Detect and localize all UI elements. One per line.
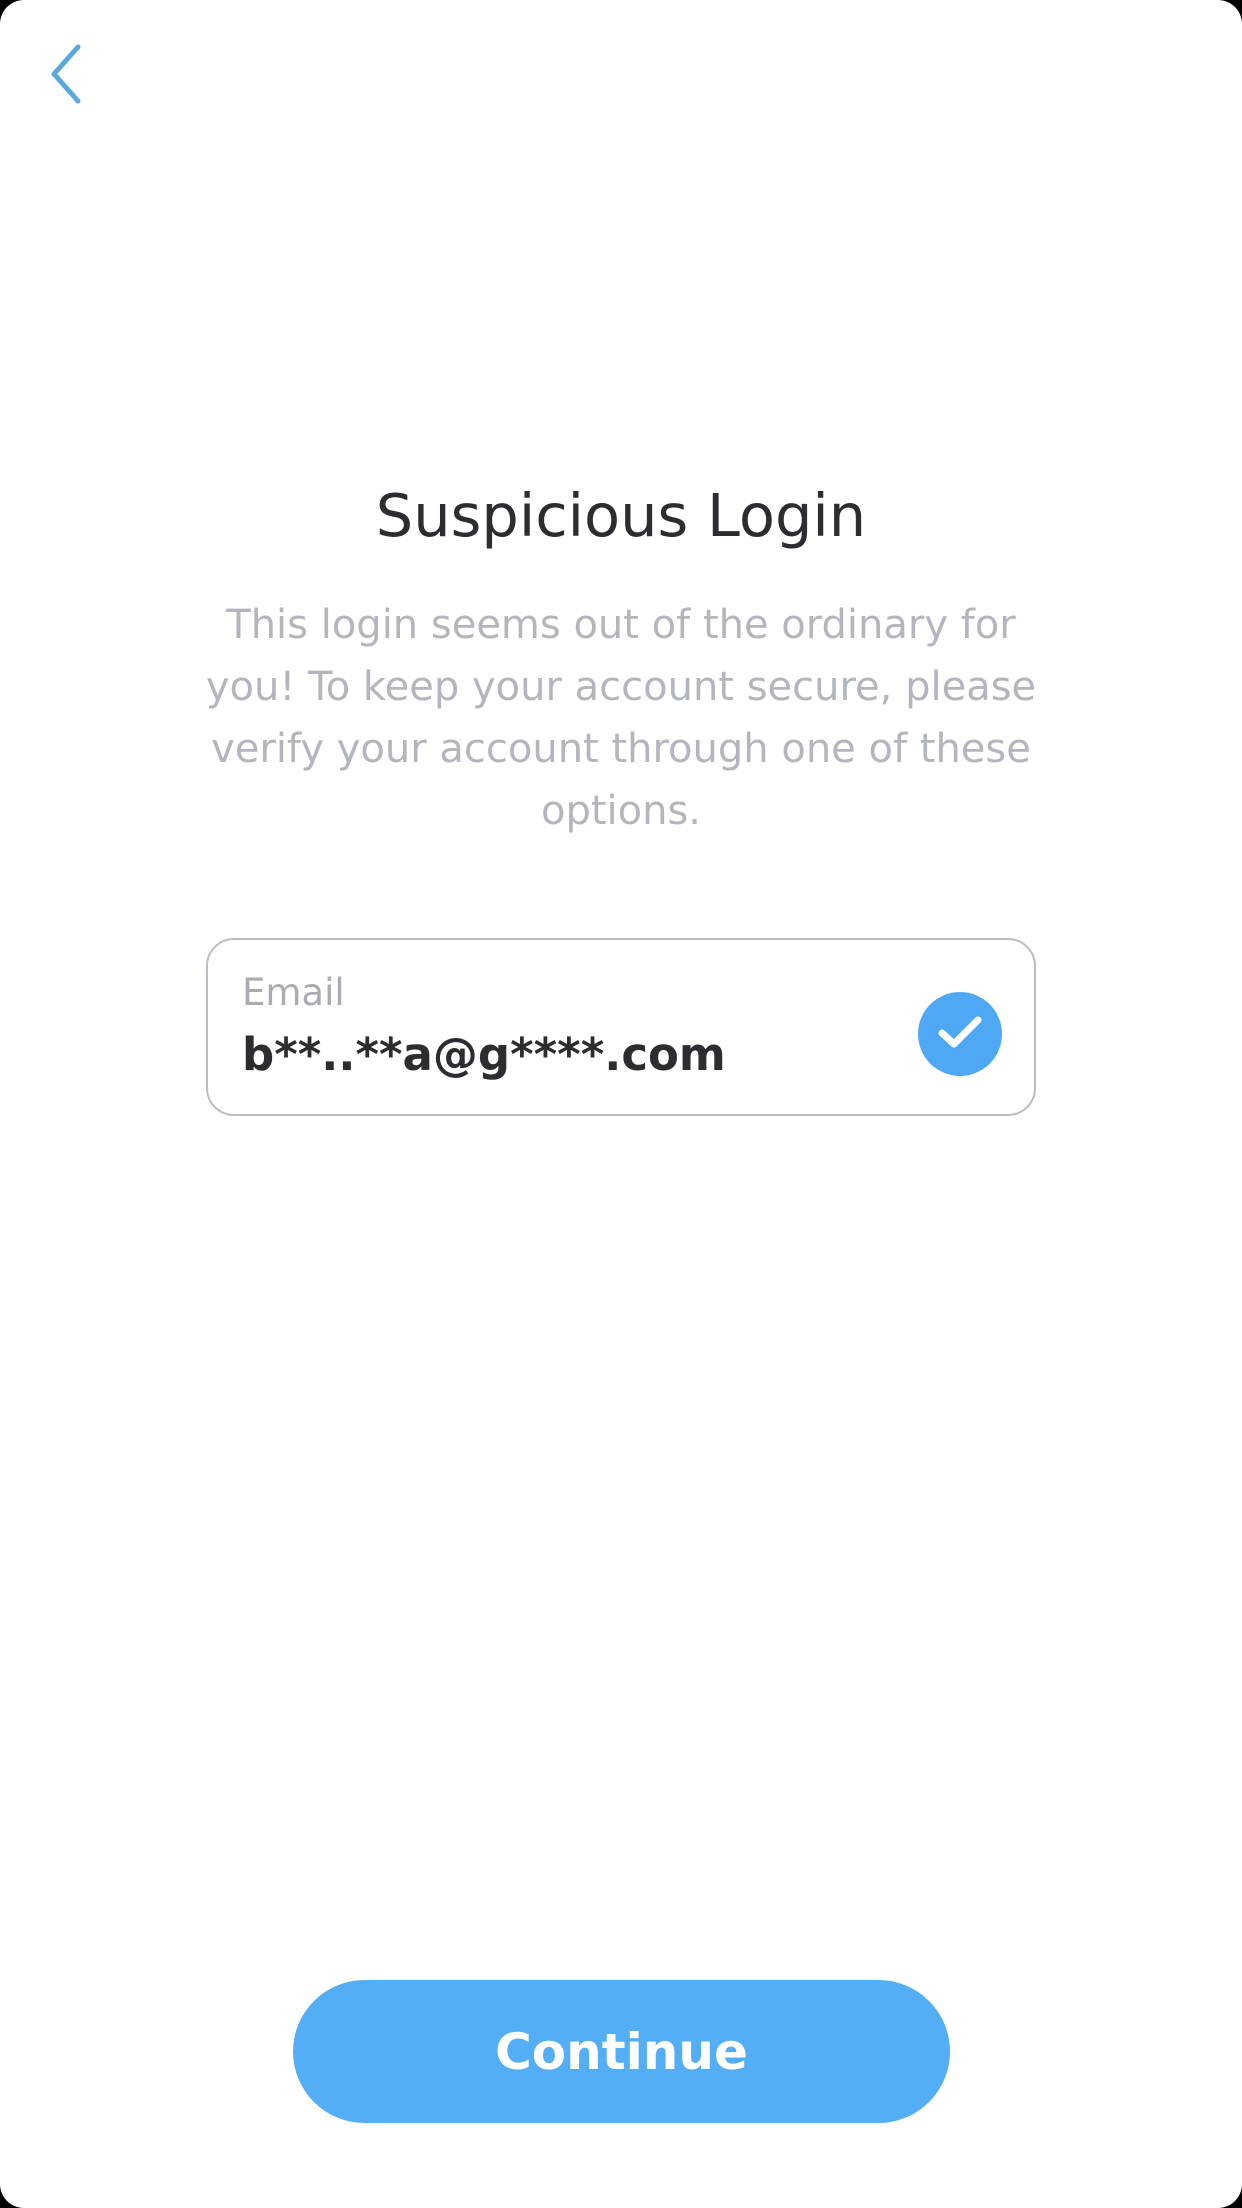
selected-check: [918, 992, 1002, 1076]
page-title: Suspicious Login: [375, 481, 867, 550]
back-button[interactable]: [36, 36, 96, 116]
page-description: This login seems out of the ordinary for…: [205, 602, 1037, 834]
email-verification-option[interactable]: Email b**..**a@g****.com: [206, 938, 1036, 1116]
suspicious-login-screen: Suspicious Login This login seems out of…: [0, 0, 1242, 2208]
checkmark-icon: [936, 1012, 984, 1056]
email-option-label: Email: [242, 971, 345, 1014]
chevron-left-icon: [46, 43, 86, 109]
continue-button[interactable]: Continue: [293, 1980, 950, 2123]
masked-email-value: b**..**a@g****.com: [242, 1028, 726, 1081]
